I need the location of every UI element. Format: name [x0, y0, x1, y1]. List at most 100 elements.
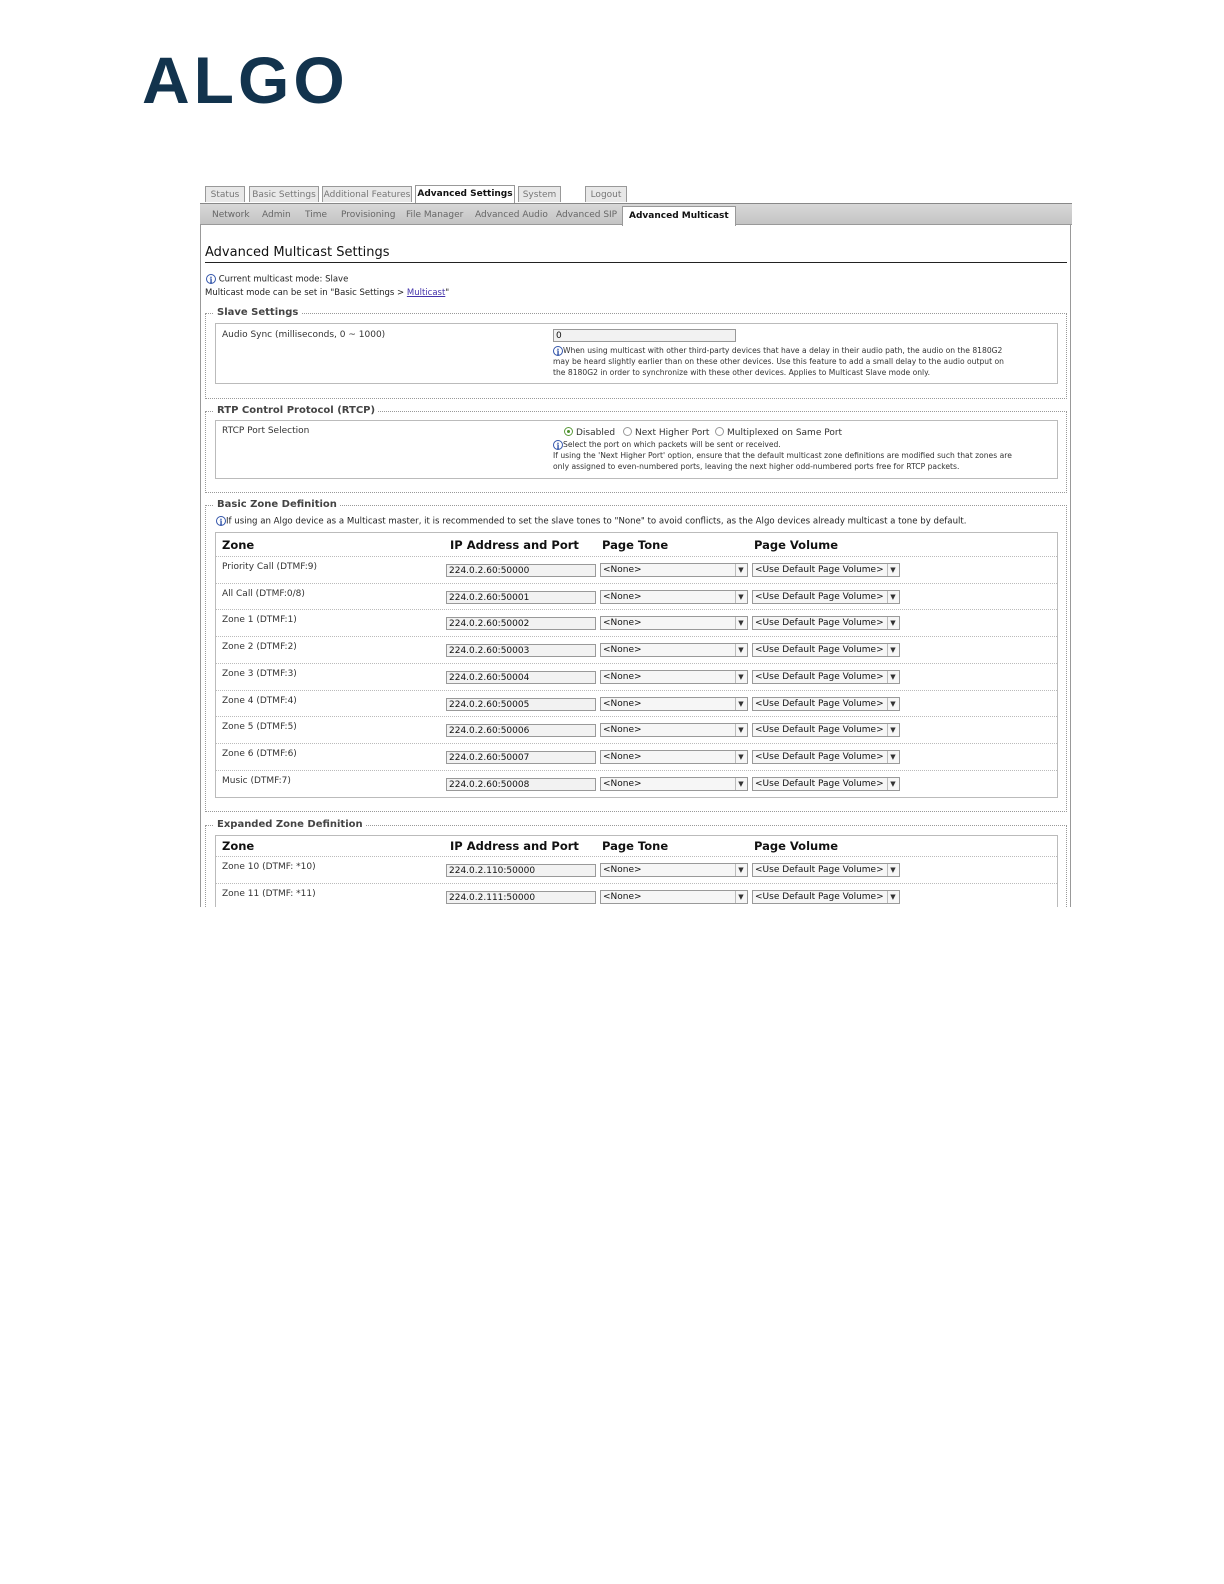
zone-name: Zone 1 (DTMF:1): [222, 615, 297, 626]
page-volume-select[interactable]: <Use Default Page Volume> ▼: [752, 749, 900, 764]
chevron-down-icon: ▼: [887, 644, 898, 657]
col-header-zone: Zone: [222, 839, 255, 853]
ip-port-input[interactable]: 224.0.2.60:50005: [446, 697, 596, 711]
slave-settings-legend: Slave Settings: [214, 307, 302, 318]
ip-port-input[interactable]: 224.0.2.60:50000: [446, 564, 596, 577]
tab-system[interactable]: System: [518, 186, 561, 202]
subtab-advanced-sip[interactable]: Advanced SIP: [556, 210, 617, 220]
page-tone-select[interactable]: <None> ▼: [600, 889, 748, 904]
ip-port-input[interactable]: 224.0.2.60:50007: [446, 750, 596, 764]
rtcp-help-line1: Select the port on which packets will be…: [563, 440, 781, 449]
page-volume-select[interactable]: <Use Default Page Volume> ▼: [752, 563, 900, 577]
row-divider: [216, 742, 1057, 744]
zone-name: Priority Call (DTMF:9): [222, 562, 318, 572]
col-header-zone: Zone: [222, 538, 255, 552]
page-volume-select[interactable]: <Use Default Page Volume> ▼: [752, 669, 900, 684]
sub-tab-bar: Network Admin Time Provisioning File Man…: [200, 203, 1072, 226]
page-tone-select[interactable]: <None> ▼: [600, 696, 748, 711]
page-tone-select[interactable]: <None> ▼: [600, 776, 748, 791]
chevron-down-icon: ▼: [735, 670, 746, 683]
ip-port-input[interactable]: 224.0.2.60:50006: [446, 724, 596, 738]
subtab-admin[interactable]: Admin: [262, 210, 291, 220]
page-volume-value: <Use Default Page Volume>: [755, 865, 884, 875]
slave-settings-box: Audio Sync (milliseconds, 0 ~ 1000) 0 iW…: [215, 323, 1058, 384]
chevron-down-icon: ▼: [735, 750, 746, 763]
audio-sync-input[interactable]: 0: [553, 329, 736, 342]
ip-port-input[interactable]: 224.0.2.110:50000: [446, 864, 596, 877]
ip-port-input[interactable]: 224.0.2.60:50008: [446, 777, 596, 791]
info-icon: i: [553, 346, 563, 357]
page-tone-select[interactable]: <None> ▼: [600, 669, 748, 684]
audio-sync-help-line2: may be heard slightly earlier than on th…: [553, 357, 1004, 366]
page-tone-select[interactable]: <None> ▼: [600, 643, 748, 658]
subtab-advanced-multicast[interactable]: Advanced Multicast: [622, 206, 736, 226]
chevron-down-icon: ▼: [735, 564, 746, 576]
tab-status[interactable]: Status: [205, 186, 245, 202]
page-volume-value: <Use Default Page Volume>: [755, 671, 884, 682]
tab-basic-settings[interactable]: Basic Settings: [249, 186, 319, 202]
page-tone-select[interactable]: <None> ▼: [600, 863, 748, 877]
chevron-down-icon: ▼: [735, 724, 746, 737]
basic-zone-table: Zone IP Address and Port Page Tone Page …: [215, 532, 1058, 798]
page-volume-value: <Use Default Page Volume>: [755, 698, 884, 709]
page-tone-select[interactable]: <None> ▼: [600, 723, 748, 738]
page-tone-value: <None>: [603, 891, 642, 902]
page-volume-value: <Use Default Page Volume>: [755, 725, 884, 736]
info-icon: i: [553, 440, 563, 451]
tab-advanced-settings[interactable]: Advanced Settings: [415, 185, 515, 203]
tab-additional-features[interactable]: Additional Features: [322, 186, 412, 202]
current-mode-line: i Current multicast mode: Slave: [206, 274, 348, 285]
page-volume-value: <Use Default Page Volume>: [755, 565, 884, 575]
ip-port-input[interactable]: 224.0.2.60:50002: [446, 617, 596, 631]
rtcp-legend: RTP Control Protocol (RTCP): [214, 405, 379, 416]
page-tone-select[interactable]: <None> ▼: [600, 563, 748, 577]
page-tone-select[interactable]: <None> ▼: [600, 616, 748, 631]
ip-port-input[interactable]: 224.0.2.60:50003: [446, 644, 596, 658]
chevron-down-icon: ▼: [887, 777, 898, 790]
subtab-network[interactable]: Network: [212, 210, 250, 220]
row-divider: [216, 856, 1057, 857]
audio-sync-help: i When using multicast with other third-p…: [553, 345, 1053, 378]
ip-port-input[interactable]: 224.0.2.111:50000: [446, 890, 596, 904]
page-volume-select[interactable]: <Use Default Page Volume> ▼: [752, 616, 900, 631]
page-volume-select[interactable]: <Use Default Page Volume> ▼: [752, 696, 900, 711]
page-volume-select[interactable]: <Use Default Page Volume> ▼: [752, 643, 900, 658]
page-tone-value: <None>: [603, 618, 642, 629]
page-volume-select[interactable]: <Use Default Page Volume> ▼: [752, 889, 900, 904]
tab-logout[interactable]: Logout: [585, 186, 627, 202]
web-ui-screenshot: Status Basic Settings Additional Feature…: [200, 185, 1072, 907]
page-tone-value: <None>: [603, 645, 642, 656]
subtab-advanced-audio[interactable]: Advanced Audio: [475, 210, 548, 220]
col-header-tone: Page Tone: [602, 839, 669, 853]
ip-port-input[interactable]: 224.0.2.60:50004: [446, 670, 596, 684]
zone-name: All Call (DTMF:0/8): [222, 588, 305, 599]
rtcp-port-label: RTCP Port Selection: [222, 426, 310, 436]
subtab-time[interactable]: Time: [305, 210, 327, 220]
multicast-link[interactable]: Multicast: [407, 288, 445, 298]
title-divider: [205, 262, 1067, 263]
page-volume-select[interactable]: <Use Default Page Volume> ▼: [752, 723, 900, 738]
radio-disabled-label: Disabled: [576, 428, 616, 438]
page-volume-select[interactable]: <Use Default Page Volume> ▼: [752, 776, 900, 791]
ip-port-input[interactable]: 224.0.2.60:50001: [446, 590, 596, 604]
page-volume-select[interactable]: <Use Default Page Volume> ▼: [752, 589, 900, 604]
page-tone-select[interactable]: <None> ▼: [600, 749, 748, 764]
page-title: Advanced Multicast Settings: [205, 245, 390, 260]
page-tone-value: <None>: [603, 778, 642, 789]
mode-hint-prefix: Multicast mode can be set in "Basic Sett…: [205, 288, 407, 298]
basic-zone-note: i If using an Algo device as a Multicast …: [216, 516, 1061, 527]
page-volume-value: <Use Default Page Volume>: [755, 591, 884, 602]
page-tone-select[interactable]: <None> ▼: [600, 589, 748, 604]
page-volume-select[interactable]: <Use Default Page Volume> ▼: [752, 863, 900, 877]
radio-multiplexed-same-port[interactable]: [715, 427, 724, 436]
chevron-down-icon: ▼: [887, 750, 898, 763]
rtcp-box: RTCP Port Selection Disabled Next Higher…: [215, 420, 1058, 479]
col-header-volume: Page Volume: [754, 538, 838, 552]
radio-disabled[interactable]: [564, 427, 573, 436]
col-header-ip: IP Address and Port: [450, 538, 579, 552]
basic-zone-legend: Basic Zone Definition: [214, 499, 340, 510]
subtab-file-manager[interactable]: File Manager: [406, 210, 463, 220]
chevron-down-icon: ▼: [887, 617, 898, 630]
subtab-provisioning[interactable]: Provisioning: [341, 210, 395, 220]
radio-next-higher-port[interactable]: [623, 427, 632, 436]
